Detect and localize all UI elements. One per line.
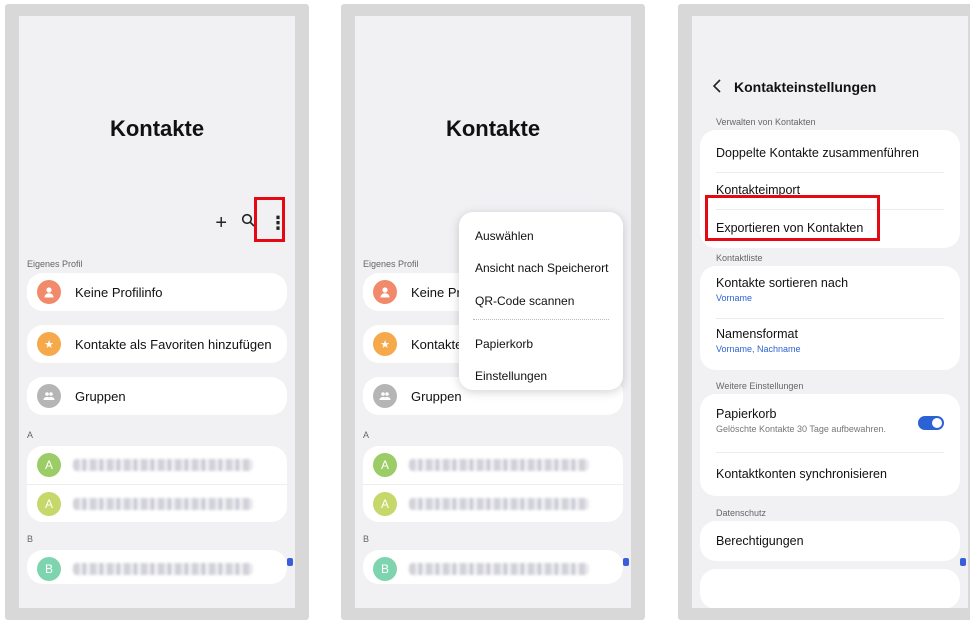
- contact-list-b: B: [363, 550, 623, 584]
- name-format-label: Namensformat: [716, 327, 798, 341]
- profile-item-label: Keine Profilinfo: [75, 284, 163, 300]
- phone-screen-contacts-menu: Kontakte Eigenes Profil Keine Pr ★ Konta…: [341, 4, 645, 620]
- section-label-more-settings: Weitere Einstellungen: [716, 381, 804, 391]
- menu-item-trash[interactable]: Papierkorb: [475, 337, 533, 351]
- person-icon: [373, 280, 397, 304]
- divider: [716, 318, 944, 319]
- favorites-item[interactable]: ★ Kontakte als Favoriten hinzufügen: [27, 325, 287, 363]
- contact-list-b: B: [27, 550, 287, 584]
- scrollbar-thumb[interactable]: [623, 558, 629, 566]
- options-menu: Auswählen Ansicht nach Speicherort QR-Co…: [459, 212, 623, 390]
- person-icon: [37, 280, 61, 304]
- section-label-manage: Verwalten von Kontakten: [716, 117, 816, 127]
- section-letter-b: B: [27, 534, 34, 544]
- privacy-card: Berechtigungen: [700, 521, 960, 561]
- sort-by-item[interactable]: Kontakte sortieren nach Vorname: [716, 276, 944, 303]
- phone-screen-contacts: Kontakte + ⋮ Eigenes Profil Keine Profil…: [5, 4, 309, 620]
- name-format-item[interactable]: Namensformat Vorname, Nachname: [716, 327, 944, 354]
- divider: [716, 452, 944, 453]
- blurred-contact-name: [73, 497, 253, 510]
- trash-label: Papierkorb: [716, 407, 777, 421]
- blurred-contact-name: [409, 459, 589, 471]
- back-icon[interactable]: [712, 78, 722, 96]
- next-card-partial: [700, 569, 960, 608]
- section-letter-a: A: [363, 430, 370, 440]
- contacts-screen: Kontakte Eigenes Profil Keine Pr ★ Konta…: [355, 16, 631, 608]
- phone-screen-contact-settings: Kontakteinstellungen Verwalten von Konta…: [678, 4, 970, 620]
- profile-item[interactable]: Keine Profilinfo: [27, 273, 287, 311]
- favorites-item-label: Kontakte als Favoriten hinzufügen: [75, 336, 272, 352]
- group-icon: [37, 384, 61, 408]
- blurred-contact-name: [409, 497, 589, 510]
- contacts-screen: Kontakte + ⋮ Eigenes Profil Keine Profil…: [19, 16, 295, 608]
- section-letter-b: B: [363, 534, 370, 544]
- section-label-privacy: Datenschutz: [716, 508, 767, 518]
- more-settings-card: Papierkorb Gelöschte Kontakte 30 Tage au…: [700, 394, 960, 496]
- list-item[interactable]: A: [27, 446, 287, 484]
- contact-avatar: A: [37, 491, 61, 516]
- section-label-own-profile: Eigenes Profil: [27, 259, 83, 269]
- favorites-item-label: Kontakte: [411, 336, 463, 352]
- divider: [716, 172, 944, 173]
- star-icon: ★: [37, 332, 61, 356]
- page-title: Kontakte: [445, 116, 541, 141]
- page-title: Kontakteinstellungen: [734, 79, 877, 95]
- blurred-contact-name: [73, 459, 253, 471]
- contact-list-a: A A: [27, 446, 287, 522]
- permissions-item[interactable]: Berechtigungen: [716, 534, 944, 548]
- search-icon[interactable]: [241, 212, 255, 234]
- highlight-more-options: [254, 197, 285, 242]
- scrollbar-thumb[interactable]: [287, 558, 293, 566]
- list-item[interactable]: B: [363, 550, 623, 588]
- group-icon: [373, 384, 397, 408]
- header: Kontakteinstellungen: [712, 78, 876, 96]
- list-item[interactable]: A: [363, 484, 623, 522]
- groups-item-label: Gruppen: [411, 388, 462, 404]
- sort-by-label: Kontakte sortieren nach: [716, 276, 849, 290]
- list-item[interactable]: A: [363, 446, 623, 484]
- menu-item-view-by-storage[interactable]: Ansicht nach Speicherort: [475, 261, 608, 275]
- highlight-export: [705, 195, 880, 241]
- menu-item-qr-scan[interactable]: QR-Code scannen: [475, 294, 574, 308]
- contact-list-a: A A: [363, 446, 623, 522]
- name-format-value: Vorname, Nachname: [716, 344, 801, 354]
- list-item[interactable]: B: [27, 550, 287, 588]
- contact-list-card: Kontakte sortieren nach Vorname Namensfo…: [700, 266, 960, 370]
- merge-duplicates-item[interactable]: Doppelte Kontakte zusammenführen: [716, 146, 944, 160]
- groups-item-label: Gruppen: [75, 388, 126, 404]
- contact-avatar: B: [37, 557, 61, 581]
- menu-item-select[interactable]: Auswählen: [475, 229, 534, 243]
- contact-avatar: B: [373, 557, 397, 581]
- scrollbar-thumb[interactable]: [960, 558, 966, 566]
- permissions-label: Berechtigungen: [716, 534, 804, 548]
- sync-accounts-item[interactable]: Kontaktkonten synchronisieren: [716, 467, 944, 481]
- contact-avatar: A: [37, 453, 61, 477]
- menu-item-settings[interactable]: Einstellungen: [475, 369, 547, 383]
- menu-divider: [473, 319, 609, 320]
- trash-item[interactable]: Papierkorb Gelöschte Kontakte 30 Tage au…: [716, 407, 944, 434]
- star-icon: ★: [373, 332, 397, 356]
- sync-accounts-label: Kontaktkonten synchronisieren: [716, 467, 887, 481]
- profile-item-label: Keine Pr: [411, 284, 461, 300]
- settings-screen: Kontakteinstellungen Verwalten von Konta…: [692, 16, 968, 608]
- merge-duplicates-label: Doppelte Kontakte zusammenführen: [716, 146, 919, 160]
- page-title: Kontakte: [109, 116, 205, 141]
- groups-item[interactable]: Gruppen: [27, 377, 287, 415]
- trash-description: Gelöschte Kontakte 30 Tage aufbewahren.: [716, 424, 886, 434]
- section-label-own-profile: Eigenes Profil: [363, 259, 419, 269]
- contact-avatar: A: [373, 491, 397, 516]
- sort-by-value: Vorname: [716, 293, 753, 303]
- contact-avatar: A: [373, 453, 397, 477]
- section-letter-a: A: [27, 430, 34, 440]
- trash-toggle[interactable]: [918, 416, 944, 430]
- blurred-contact-name: [73, 563, 253, 575]
- section-label-contact-list: Kontaktliste: [716, 253, 763, 263]
- blurred-contact-name: [409, 563, 589, 575]
- add-icon[interactable]: +: [215, 212, 227, 234]
- list-item[interactable]: A: [27, 484, 287, 522]
